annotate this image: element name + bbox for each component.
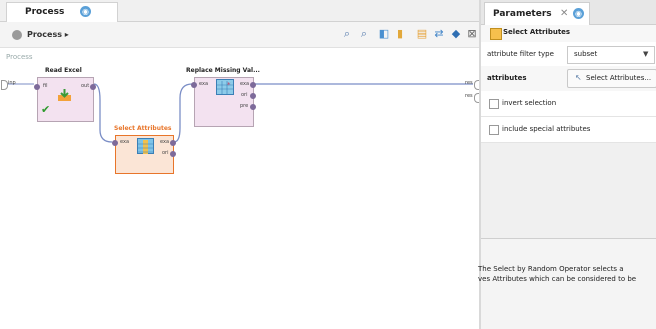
operator-select-attributes[interactable]: Select Attributes exa exa ori [112,124,178,176]
param-row-attributes: attributes ↖ Select Attributes... [481,66,656,92]
port-label: pre [240,103,249,109]
select-pointer-icon: ↖ [575,73,582,82]
port-label: out [81,83,90,89]
operator-title: Read Excel [45,67,82,74]
excel-download-icon [57,86,72,101]
operator-help-area: The Select by Random Operator selects a … [478,239,656,329]
help-icon[interactable]: ◉ [573,8,584,19]
help-line: The Select by Random Operator selects a [478,265,624,273]
parameters-empty-area [481,145,656,238]
operator-body[interactable]: fil out ✔ [34,77,96,122]
tab-parameters[interactable]: Parameters ✕ ◉ [484,2,590,25]
operator-help-text: The Select by Random Operator selects a … [478,264,653,284]
selected-operator-name: Select Attributes [503,28,571,36]
operator-title: Select Attributes [114,125,172,132]
help-line: ves Attributes which can be considered t… [478,275,637,283]
filter-type-value: subset [574,50,598,58]
selected-operator-header: Select Attributes [481,25,656,43]
select-attributes-button-label: Select Attributes... [586,74,652,82]
check-icon: ✔ [41,103,51,116]
table-missing-icon: * [216,79,234,95]
input-port[interactable] [34,84,40,90]
parameters-panel: Parameters ✕ ◉ Select Attributes attribu… [478,0,656,329]
output-port[interactable] [90,84,96,90]
param-row-invert: invert selection [481,91,656,117]
param-row-special: include special attributes [481,117,656,143]
output-port[interactable] [170,140,176,146]
input-port[interactable] [191,82,197,88]
result-port-label-2: res [465,93,473,99]
invert-selection-checkbox[interactable] [489,99,499,109]
port-label: ori [162,150,169,156]
filter-type-label: attribute filter type [487,50,554,58]
select-attributes-icon [490,28,502,40]
table-column-icon [137,138,154,154]
operator-read-excel[interactable]: Read Excel fil out ✔ [34,66,96,136]
port-label: exa [120,139,130,145]
operator-body[interactable]: exa exa ori pre * [191,77,256,127]
filter-type-select[interactable]: subset ▼ [567,46,655,64]
include-special-label: include special attributes [502,125,591,133]
operator-title: Replace Missing Val... [186,67,260,74]
input-port[interactable] [1,80,8,90]
tab-parameters-label: Parameters [493,9,552,19]
operator-body[interactable]: exa exa ori [112,135,176,174]
output-port[interactable] [250,104,256,110]
process-connections [4,83,473,143]
output-port[interactable] [250,82,256,88]
port-label: exa [160,139,170,145]
port-label: fil [43,83,48,89]
port-label: exa [199,81,209,87]
output-port[interactable] [250,93,256,99]
chevron-down-icon: ▼ [643,50,649,58]
attributes-label: attributes [487,74,527,82]
input-port[interactable] [112,140,118,146]
result-port-label-1: res [465,80,473,86]
select-attributes-button[interactable]: ↖ Select Attributes... [567,69,656,88]
include-special-checkbox[interactable] [489,125,499,135]
port-label: ori [241,92,248,98]
invert-selection-label: invert selection [502,99,557,107]
operator-replace-missing-values[interactable]: Replace Missing Val... exa exa ori pre * [186,66,260,128]
output-port[interactable] [170,151,176,157]
input-port-label: inp [8,80,16,86]
port-label: exa [240,81,250,87]
close-icon[interactable]: ✕ [560,8,568,19]
parameters-tabbar: Parameters ✕ ◉ [481,0,656,25]
param-row-filter-type: attribute filter type subset ▼ [481,42,656,68]
svg-text:*: * [227,81,231,89]
